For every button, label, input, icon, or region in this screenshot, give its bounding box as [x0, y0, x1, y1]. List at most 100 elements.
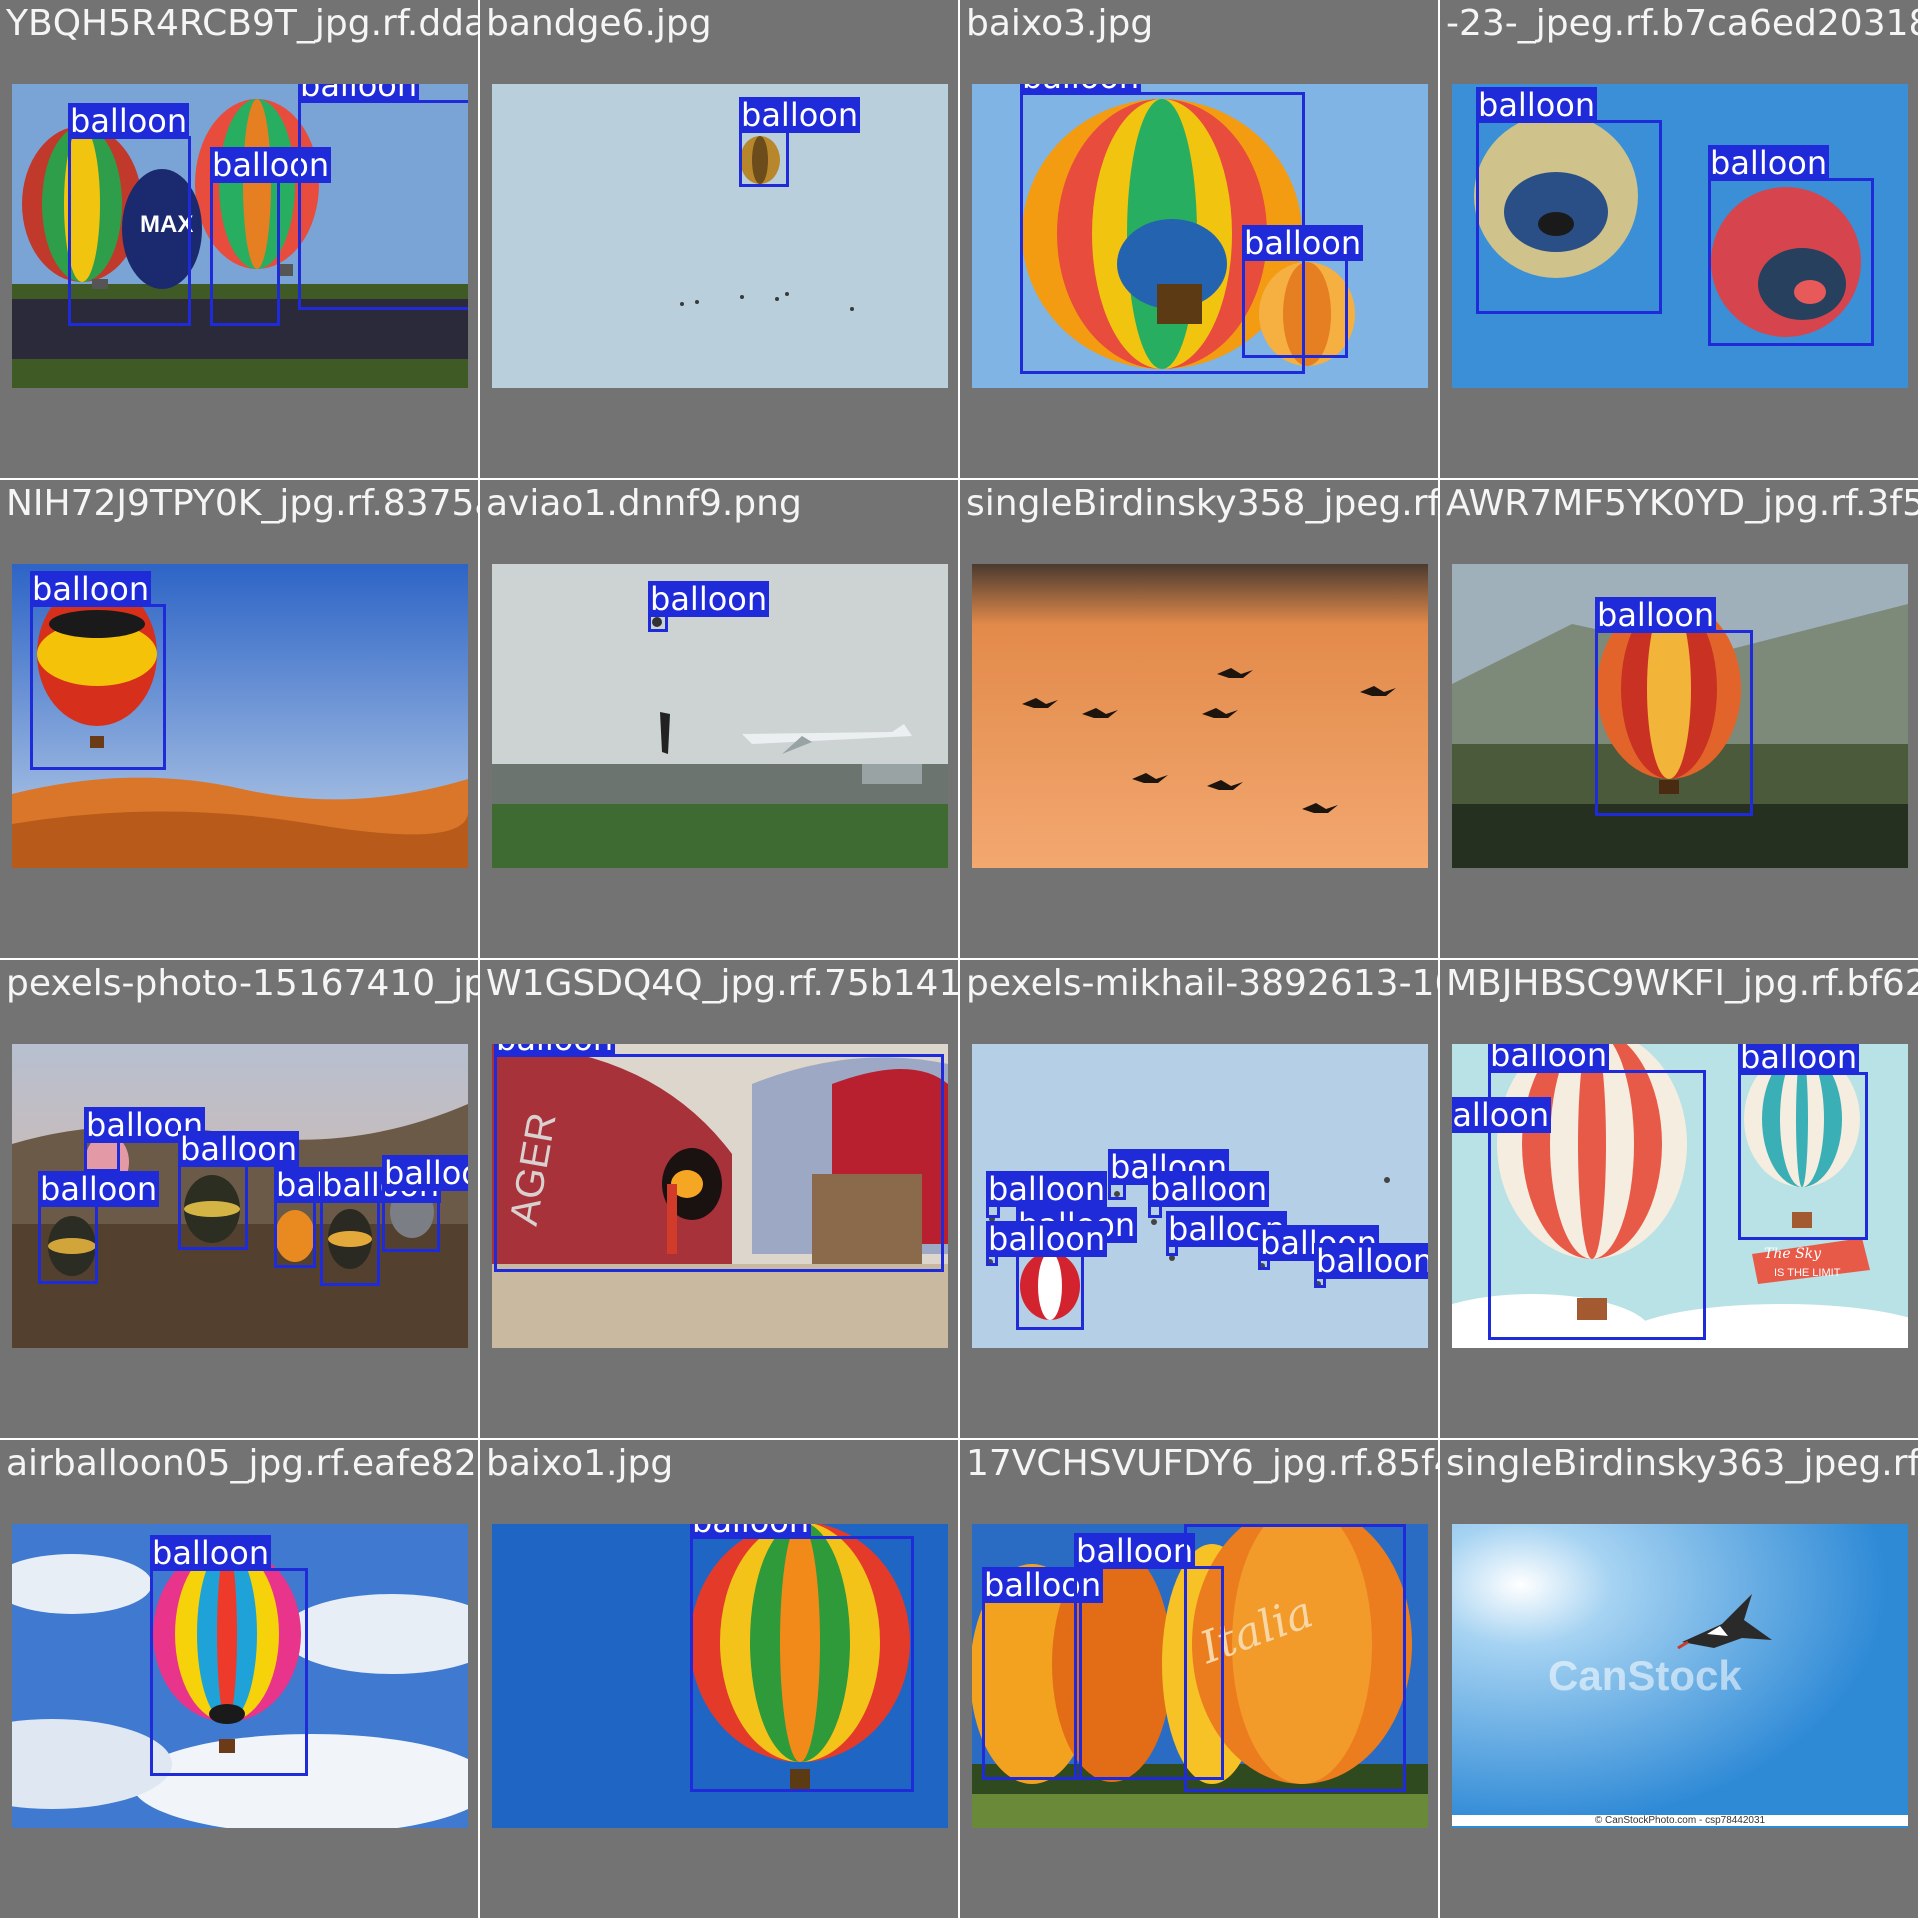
grid-cell: AWR7MF5YK0YD_jpg.rf.3f5 balloon [1440, 480, 1918, 958]
image-filename: YBQH5R4RCB9T_jpg.rf.ddab27462c871b2fdc32 [6, 3, 478, 44]
image-filename: baixo1.jpg [486, 1443, 674, 1484]
image-filename: -23-_jpeg.rf.b7ca6ed20318fe [1446, 3, 1918, 44]
detection-box: balloon [1314, 1243, 1428, 1288]
photo: balloon balloon [1452, 84, 1908, 388]
detection-box: balloon [38, 1171, 160, 1284]
photo: balloon [1452, 564, 1908, 868]
image-filename: bandge6.jpg [486, 3, 712, 44]
grid-cell: singleBirdinsky363_jpeg.rf.52 CanStock ©… [1440, 1440, 1918, 1918]
detection-label: balloon [739, 96, 861, 134]
detection-box: balloon [320, 1167, 442, 1286]
detection-box: balloon [494, 1044, 944, 1272]
image-filename: W1GSDQ4Q_jpg.rf.75b14168 [486, 963, 958, 1004]
detection-box: balloon [986, 1221, 1108, 1266]
detection-box: balloon [178, 1131, 300, 1250]
detection-label: balloon [1488, 1044, 1610, 1073]
image-filename: aviao1.dnnf9.png [486, 483, 802, 524]
grid-cell: YBQH5R4RCB9T_jpg.rf.ddab27462c871b2fdc32… [0, 0, 478, 478]
image-filename: singleBirdinsky363_jpeg.rf.52 [1446, 1443, 1918, 1484]
detection-label: balloon [382, 1155, 468, 1191]
image-filename: MBJHBSC9WKFI_jpg.rf.bf62 [1446, 963, 1918, 1004]
detection-box: balloon [982, 1567, 1104, 1780]
detection-box: balloon [274, 1167, 396, 1268]
detection-label: balloon [494, 1044, 616, 1057]
detection-box: balloon [648, 581, 770, 632]
limit-banner-text: IS THE LIMIT [1774, 1267, 1841, 1279]
image-filename: NIH72J9TPY0K_jpg.rf.8375a5eaa0f1e89c5d2a [6, 483, 478, 524]
detection-label: balloon [1074, 1532, 1196, 1570]
grid-cell: pexels-photo-15167410_jpeg.rf.f53c680764 [0, 960, 478, 1438]
image-filename: airballoon05_jpg.rf.eafe8243df6e32dae3d [6, 1443, 478, 1484]
image-filename: pexels-photo-15167410_jpeg.rf.f53c680764 [6, 963, 478, 1004]
watermark: CanStock [1548, 1652, 1742, 1699]
photo: The Sky IS THE LIMIT balloon balloon bal… [1452, 1044, 1908, 1348]
detection-box: balloon [1708, 145, 1874, 346]
photo: CanStock © CanStockPhoto.com - csp784420… [1452, 1524, 1908, 1828]
sky-banner-text: The Sky [1764, 1246, 1822, 1262]
grid-cell: 17VCHSVUFDY6_jpg.rf.85f42b45e01 Italia b… [960, 1440, 1438, 1918]
detection-box: balloon [1738, 1044, 1868, 1240]
detection-box: balloon [68, 103, 191, 326]
detection-label: balloon [690, 1524, 812, 1539]
detection-label: balloon [1020, 84, 1142, 95]
detection-label: balloon [178, 1130, 300, 1168]
detection-box: balloon [690, 1524, 914, 1792]
detection-box: balloon [1184, 1524, 1406, 1792]
detection-label: balloon [1476, 86, 1598, 124]
detection-box: balloon [1108, 1149, 1230, 1200]
grid-cell: NIH72J9TPY0K_jpg.rf.8375a5eaa0f1e89c5d2a… [0, 480, 478, 958]
detection-label: balloon [1314, 1243, 1428, 1279]
detection-box: balloon [298, 84, 468, 310]
image-filename: singleBirdinsky358_jpeg.rf.ea0b2974f5a [966, 483, 1438, 524]
detection-box: balloon [739, 97, 861, 187]
photo: balloon balloon [972, 84, 1428, 388]
grid-cell: baixo3.jpg balloon balloon [960, 0, 1438, 478]
detection-box: balloon [382, 1155, 468, 1252]
photo: MAX balloon balloon balloon [12, 84, 468, 388]
photo: balloon [492, 84, 948, 388]
image-filename: 17VCHSVUFDY6_jpg.rf.85f42b45e01 [966, 1443, 1438, 1484]
birds-sunset-image [972, 564, 1428, 868]
grid-cell: W1GSDQ4Q_jpg.rf.75b14168 AGER balloon [480, 960, 958, 1438]
detection-label: balloon [1738, 1044, 1860, 1075]
photo: balloon [492, 1524, 948, 1828]
detection-box: balloon [84, 1107, 206, 1172]
detection-label: balloon [1242, 224, 1364, 262]
detection-box: balloon [210, 147, 332, 326]
grid-cell: pexels-mikhail-3892613-102599 balloon ba… [960, 960, 1438, 1438]
detection-label: balloon [1184, 1524, 1306, 1527]
detection-box: balloon [150, 1535, 308, 1776]
image-filename: AWR7MF5YK0YD_jpg.rf.3f5 [1446, 483, 1918, 524]
detection-label: balloon [1708, 144, 1830, 182]
photo [972, 564, 1428, 868]
detection-label: balloon [1595, 596, 1717, 634]
detection-grid: YBQH5R4RCB9T_jpg.rf.ddab27462c871b2fdc32… [0, 0, 1920, 1920]
detection-label: balloon [150, 1534, 272, 1572]
sky-small-balloon-image [492, 84, 948, 388]
detection-box: balloon [1242, 225, 1364, 358]
grid-cell: singleBirdinsky358_jpeg.rf.ea0b2974f5a [960, 480, 1438, 958]
grid-cell: airballoon05_jpg.rf.eafe8243df6e32dae3d … [0, 1440, 478, 1918]
detection-box: balloon [1166, 1211, 1288, 1256]
photo: balloon [492, 564, 948, 868]
photo: balloon [12, 564, 468, 868]
detection-label: balloon [986, 1170, 1108, 1208]
image-filename: baixo3.jpg [966, 3, 1154, 44]
detection-box: balloon [1476, 87, 1662, 314]
grid-cell: aviao1.dnnf9.png balloon [480, 480, 958, 958]
detection-label: balloon [298, 84, 420, 103]
detection-label: balloon [648, 580, 770, 618]
photo: balloon balloon balloon balloon balloon … [972, 1044, 1428, 1348]
detection-label: balloon [1452, 1097, 1552, 1133]
detection-label: balloon [38, 1170, 160, 1208]
grid-cell: -23-_jpeg.rf.b7ca6ed20318fe balloon ball… [1440, 0, 1918, 478]
detection-box: balloon [1258, 1225, 1380, 1270]
detection-box: balloon [986, 1171, 1108, 1218]
detection-box: balloon [30, 571, 166, 770]
photo-credit: © CanStockPhoto.com - csp78442031 [1452, 1815, 1908, 1826]
detection-label: balloon [1148, 1170, 1270, 1208]
grid-cell: bandge6.jpg balloon [480, 0, 958, 478]
photo: balloon [12, 1524, 468, 1828]
photo: AGER balloon [492, 1044, 948, 1348]
detection-label: balloon [986, 1220, 1108, 1258]
